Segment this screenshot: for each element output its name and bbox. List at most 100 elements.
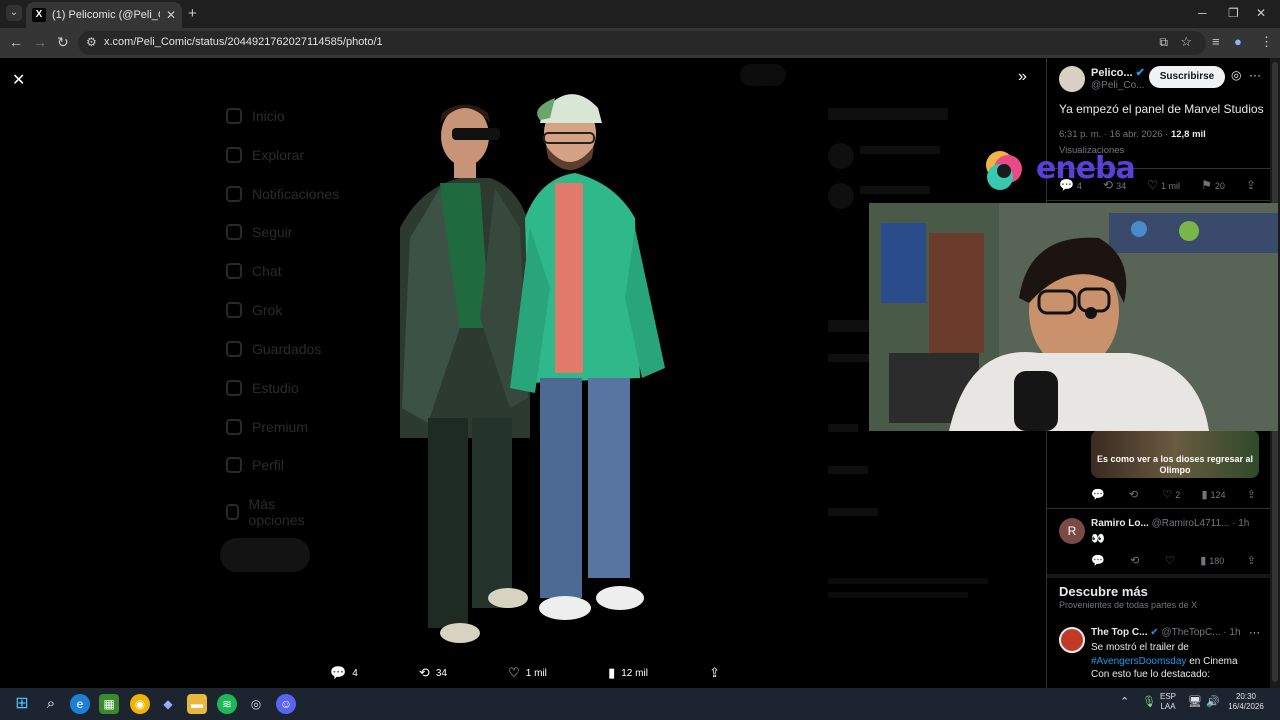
like-button[interactable]: ♡ 1 mil — [508, 665, 547, 681]
background-sidebar: Inicio Explorar Notificaciones Seguir Ch… — [220, 58, 339, 688]
reload-button[interactable]: ↻ — [57, 34, 69, 51]
media-caption: Es como ver a los dioses regresar al Oli… — [1096, 454, 1254, 475]
close-window-button[interactable]: ✕ — [1256, 6, 1266, 20]
repost-icon: ⟲ — [418, 665, 430, 680]
views-button[interactable]: ▮ 12 mil — [608, 665, 648, 681]
site-info-icon[interactable]: ⚙ — [86, 35, 97, 49]
windows-start-icon[interactable]: ⊞ — [12, 694, 32, 714]
reply-button[interactable]: 💬 — [1091, 488, 1108, 501]
more-options-icon[interactable]: ··· — [1249, 627, 1260, 639]
share-button[interactable]: ⇪ — [1247, 488, 1259, 501]
profile-icon[interactable]: ● — [1234, 34, 1242, 49]
restore-button[interactable]: ❐ — [1228, 6, 1239, 20]
grok-icon[interactable]: ◎ — [1231, 68, 1241, 82]
chrome-icon[interactable]: ◉ — [130, 694, 150, 714]
nav-item: Grok — [226, 302, 282, 318]
tab-title: (1) Pelicomic (@Peli_Comic) / X — [52, 9, 160, 21]
browser-tab[interactable]: X (1) Pelicomic (@Peli_Comic) / X ✕ — [26, 2, 182, 28]
views-count: 12 mil — [621, 667, 648, 679]
file-explorer-icon[interactable]: ▬ — [187, 694, 207, 714]
browser-menu-icon[interactable]: ⋮ — [1260, 34, 1273, 50]
install-app-icon[interactable]: ⧉ — [1159, 35, 1168, 50]
verified-badge-icon: ✔ — [1150, 627, 1159, 638]
x-logo-icon: X — [32, 8, 46, 22]
reply-button[interactable]: 💬 4 — [330, 665, 358, 681]
share-button[interactable]: ⇪ — [1246, 178, 1259, 192]
obs-icon[interactable]: ◎ — [246, 694, 266, 714]
subscribe-button[interactable]: Suscribirse — [1149, 66, 1225, 88]
rec-avatar[interactable] — [1059, 627, 1085, 653]
sponsor-logo: eneba — [978, 143, 1148, 199]
like-button[interactable]: ♡ 2 — [1162, 488, 1180, 501]
reply-avatar[interactable]: R — [1059, 518, 1085, 544]
language-indicator[interactable]: ESP LAA — [1160, 692, 1176, 712]
share-button[interactable]: ⇪ — [709, 665, 720, 681]
share-icon: ⇪ — [1246, 489, 1256, 501]
reply-button[interactable]: 💬 — [1091, 554, 1108, 567]
share-button[interactable]: ⇪ — [1247, 554, 1259, 567]
author-handle[interactable]: @Peli_Co... — [1091, 80, 1145, 91]
eneba-logo-icon — [986, 151, 1022, 190]
rec-author[interactable]: The Top C... ✔ @TheTopC... · 1h — [1091, 627, 1241, 638]
like-button[interactable]: ♡ 1 mil — [1147, 178, 1180, 192]
like-button[interactable]: ♡ — [1165, 554, 1178, 567]
edge-icon[interactable]: e — [70, 694, 90, 714]
app-icon[interactable]: ◆ — [158, 694, 178, 714]
tray-overflow-icon[interactable]: ⌃ — [1120, 697, 1129, 708]
views-button[interactable]: ▮ 180 — [1200, 554, 1224, 567]
microphone-icon[interactable]: 🎙 — [1142, 697, 1156, 708]
webcam-overlay — [869, 203, 1278, 431]
address-bar[interactable]: ⚙ x.com/Peli_Comic/status/20449217620271… — [78, 31, 1206, 55]
reply-media[interactable]: Es como ver a los dioses regresar al Oli… — [1091, 430, 1259, 478]
bookmark-button[interactable]: ⚑ 20 — [1201, 178, 1225, 192]
repost-button[interactable]: ⟲ — [1129, 488, 1141, 501]
back-button[interactable]: ← — [9, 34, 23, 50]
author-name[interactable]: Pelico... ✔ — [1091, 66, 1145, 79]
reply-author[interactable]: Ramiro Lo... @RamiroL4711... · 1h — [1091, 518, 1249, 529]
share-icon: ⇪ — [709, 665, 720, 680]
clock[interactable]: 20:30 16/4/2026 — [1226, 692, 1266, 712]
discover-title: Descubre más — [1059, 584, 1148, 599]
repost-button[interactable]: ⟲ — [1130, 554, 1142, 567]
more-options-icon[interactable]: ··· — [1249, 68, 1261, 82]
discover-subtitle: Provenientes de todas partes de X — [1059, 600, 1198, 610]
network-icon[interactable]: 🖥 — [1188, 697, 1202, 708]
forward-button[interactable]: → — [33, 34, 47, 50]
volume-icon[interactable]: 🔊 — [1206, 697, 1220, 708]
reply-icon: 💬 — [1091, 489, 1105, 501]
repost-button[interactable]: ⟲ 34 — [419, 665, 447, 681]
hashtag-link[interactable]: #AvengersDoomsday — [1091, 656, 1186, 667]
new-tab-button[interactable]: + — [188, 5, 197, 22]
close-tab-icon[interactable]: ✕ — [166, 8, 176, 22]
discord-icon[interactable]: ☺ — [276, 694, 296, 714]
author-avatar[interactable] — [1059, 66, 1085, 92]
reading-list-icon[interactable]: ≡ — [1212, 34, 1220, 49]
repost-icon: ⟲ — [1130, 555, 1140, 567]
close-viewer-button[interactable]: ✕ — [12, 70, 25, 90]
heart-icon: ♡ — [508, 665, 520, 680]
tab-list-button[interactable]: ⌄ — [6, 5, 22, 21]
reply-count: 4 — [352, 667, 358, 679]
nav-item: Perfil — [226, 457, 284, 473]
views-icon: ▮ — [1201, 489, 1208, 501]
reply-text: 👀 — [1091, 533, 1105, 545]
photo-action-bar: 💬 4 ⟲ 34 ♡ 1 mil ▮ 12 mil ⇪ — [330, 662, 720, 684]
bookmark-star-icon[interactable]: ☆ — [1180, 34, 1192, 50]
heart-icon: ♡ — [1147, 178, 1158, 192]
reply-icon: 💬 — [330, 665, 347, 680]
views-button[interactable]: ▮ 124 — [1201, 488, 1225, 501]
like-count: 1 mil — [525, 667, 547, 679]
tab-bar: ⌄ X (1) Pelicomic (@Peli_Comic) / X ✕ + … — [0, 0, 1280, 28]
browser-toolbar: ← → ↻ ⚙ x.com/Peli_Comic/status/20449217… — [0, 28, 1280, 58]
tweet-photo — [380, 78, 690, 658]
nav-item: Estudio — [226, 380, 299, 396]
minimize-button[interactable]: ─ — [1198, 6, 1207, 20]
expand-panel-icon[interactable]: » — [1018, 68, 1027, 86]
spotify-icon[interactable]: ≋ — [217, 694, 237, 714]
minecraft-icon[interactable]: ▦ — [99, 694, 119, 714]
search-icon[interactable]: ⌕ — [41, 694, 61, 714]
reply1-actions: 💬 ⟲ ♡ 2 ▮ 124 ⇪ — [1091, 488, 1259, 501]
verified-badge-icon: ✔ — [1135, 67, 1145, 79]
tweet-timestamp: 6:31 p. m. · 16 abr. 2026 · 12,8 mil — [1059, 129, 1206, 140]
nav-item: Explorar — [226, 147, 304, 163]
